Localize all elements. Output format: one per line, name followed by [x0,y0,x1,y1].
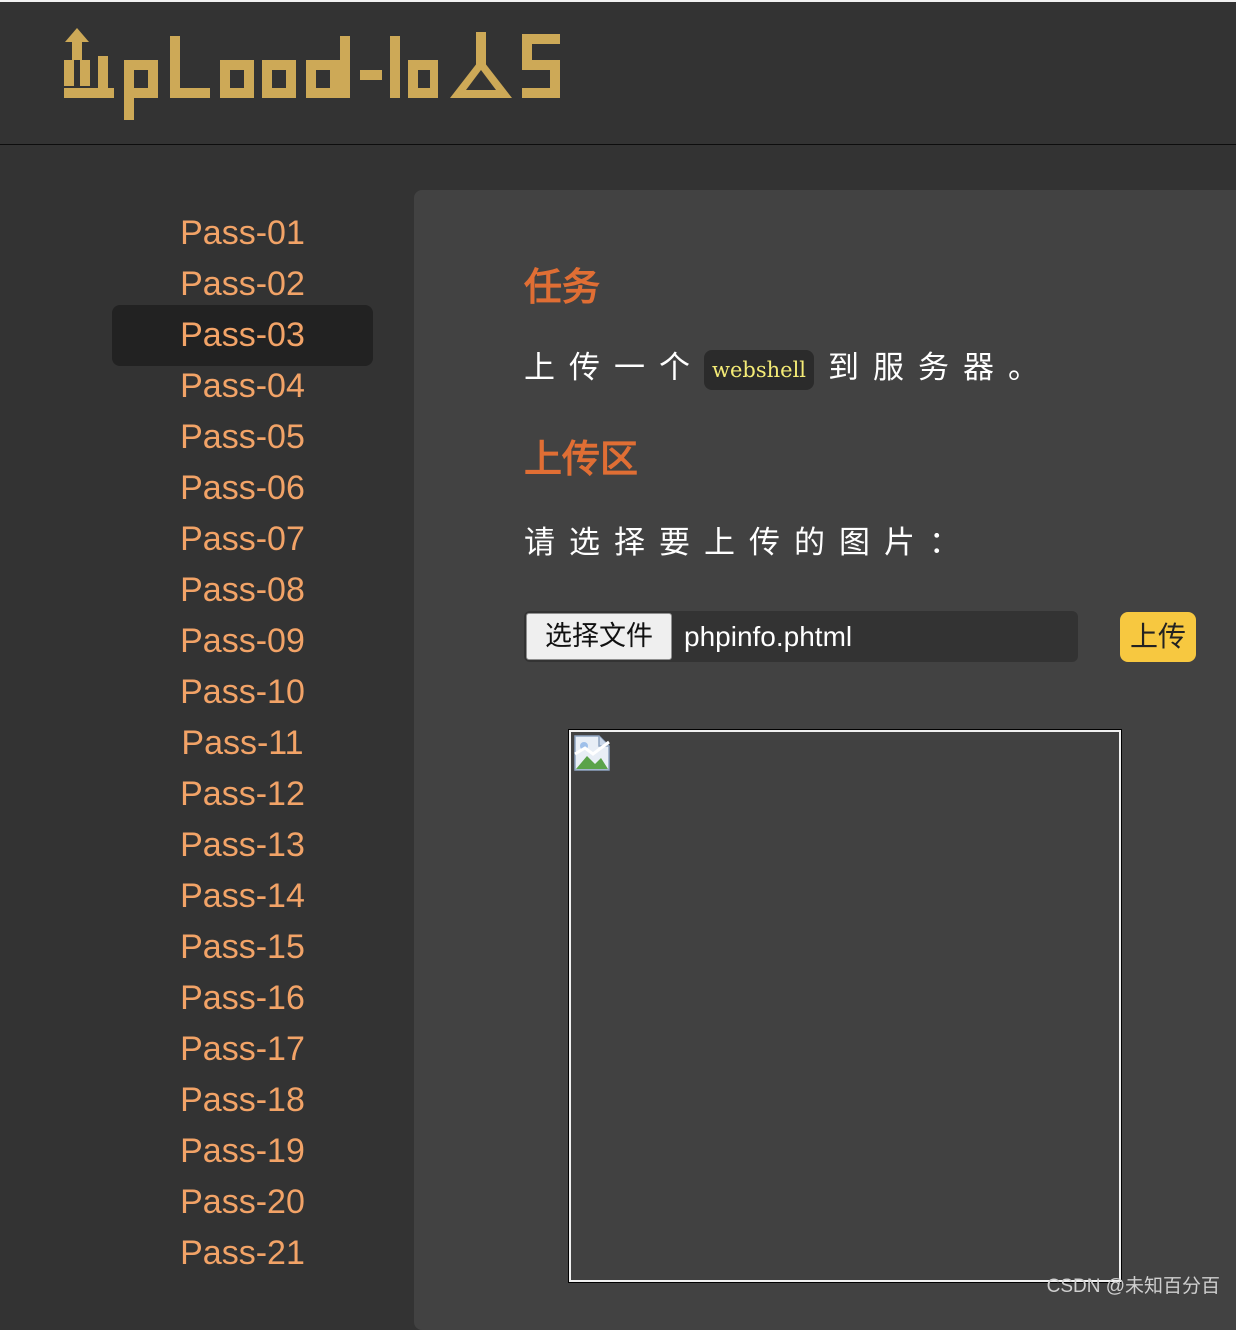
image-preview [568,729,1122,1283]
task-text-prefix: 上传一个 [524,350,704,386]
upload-button[interactable]: 上传 [1120,612,1196,662]
sidebar-item-pass-01[interactable]: Pass-01 [112,208,373,259]
sidebar-item-pass-05[interactable]: Pass-05 [112,412,373,463]
sidebar-item-pass-02[interactable]: Pass-02 [112,259,373,310]
choose-file-button[interactable]: 选择文件 [526,613,672,660]
upload-prompt: 请选择要上传的图片： [524,525,974,561]
upload-heading: 上传区 [524,437,639,481]
sidebar-item-pass-06[interactable]: Pass-06 [112,463,373,514]
sidebar-item-pass-21[interactable]: Pass-21 [112,1228,373,1279]
selected-file-name: phpinfo.phtml [684,621,853,652]
task-heading: 任务 [524,265,601,309]
sidebar-item-pass-18[interactable]: Pass-18 [112,1075,373,1126]
sidebar-item-pass-03[interactable]: Pass-03 [112,305,373,366]
upload-labs-logo[interactable] [62,26,572,130]
sidebar-item-pass-19[interactable]: Pass-19 [112,1126,373,1177]
sidebar-item-pass-11[interactable]: Pass-11 [112,718,373,769]
task-text-suffix: 到服务器。 [828,350,1054,386]
header [0,0,1236,145]
sidebar-item-pass-16[interactable]: Pass-16 [112,973,373,1024]
file-input[interactable]: 选择文件 phpinfo.phtml [524,611,1078,662]
sidebar-item-pass-08[interactable]: Pass-08 [112,565,373,616]
sidebar-item-pass-09[interactable]: Pass-09 [112,616,373,667]
sidebar-item-pass-07[interactable]: Pass-07 [112,514,373,565]
sidebar-item-pass-14[interactable]: Pass-14 [112,871,373,922]
sidebar-item-pass-04[interactable]: Pass-04 [112,361,373,412]
sidebar-item-pass-15[interactable]: Pass-15 [112,922,373,973]
task-description: 上传一个 webshell 到服务器。 [524,342,1053,390]
webshell-code: webshell [704,349,815,390]
sidebar-item-pass-13[interactable]: Pass-13 [112,820,373,871]
sidebar-item-pass-17[interactable]: Pass-17 [112,1024,373,1075]
watermark: CSDN @未知百分百 [1046,1276,1220,1297]
sidebar-item-pass-20[interactable]: Pass-20 [112,1177,373,1228]
sidebar-item-pass-12[interactable]: Pass-12 [112,769,373,820]
sidebar-item-pass-10[interactable]: Pass-10 [112,667,373,718]
sidebar-nav: Pass-01 Pass-02 Pass-03 Pass-04 Pass-05 … [112,208,373,1279]
broken-image-icon [574,735,610,771]
main-panel: 任务 上传一个 webshell 到服务器。 上传区 请选择要上传的图片： 选择文件… [414,190,1236,1330]
